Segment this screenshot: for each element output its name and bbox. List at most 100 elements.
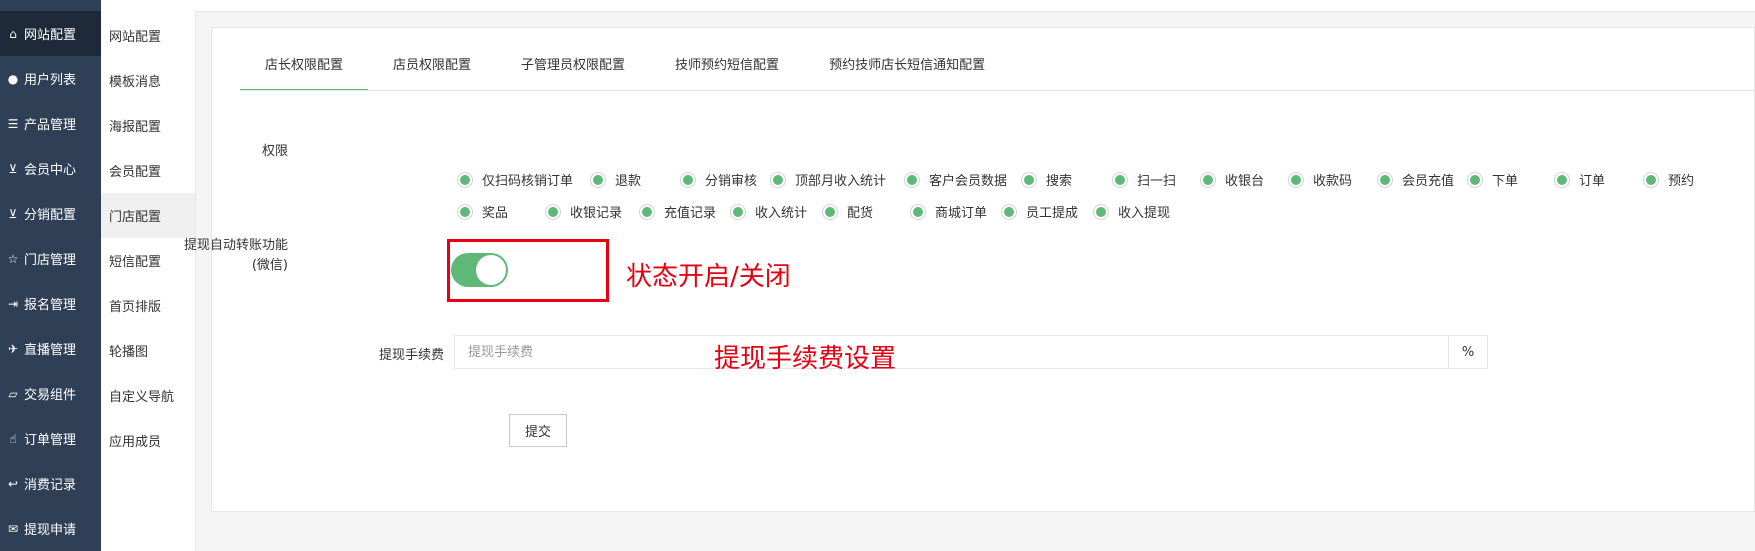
radio-checked-icon [730,203,746,220]
subnav-item[interactable]: 海报配置 [101,103,195,148]
toggle-knob [476,255,506,285]
sidebar-item-label: 提现申请 [24,523,77,538]
withdraw-auto-toggle[interactable] [451,253,508,287]
radio-checked-icon [457,203,473,220]
sidebar-item-label: 门店管理 [24,253,77,268]
permission-label: 奖品 [482,206,509,221]
top-bar [195,0,1755,12]
permission-option[interactable]: 顶部月收入统计 [770,170,886,189]
sidebar-item-label: 产品管理 [24,118,77,133]
permission-option[interactable]: 配货 [822,202,873,221]
subnav-item[interactable]: 自定义导航 [101,373,195,418]
permission-label: 商城订单 [935,206,988,221]
sidebar-item-member-center[interactable]: ⊻ 会员中心 [0,146,101,191]
fee-label: 提现手续费 [378,348,444,363]
tab-divider [240,90,1754,91]
permission-option[interactable]: 收入提现 [1093,202,1170,221]
permission-option[interactable]: 收银记录 [545,202,622,221]
sidebar-item-website-config[interactable]: ⌂ 网站配置 [0,11,101,56]
permission-label: 仅扫码核销订单 [482,174,574,189]
withdraw-auto-subtitle: (微信) [251,258,288,273]
permission-option[interactable]: 下单 [1467,170,1518,189]
permission-label: 下单 [1492,174,1519,189]
permission-label: 充值记录 [664,206,717,221]
sidebar-item-label: 会员中心 [24,163,77,178]
subnav-item[interactable]: 应用成员 [101,418,195,463]
permission-option[interactable]: 收款码 [1288,170,1352,189]
radio-checked-icon [1643,171,1659,188]
withdraw-auto-title: 提现自动转账功能 [183,238,288,253]
permission-option[interactable]: 奖品 [457,202,508,221]
permission-option[interactable]: 员工提成 [1001,202,1078,221]
subnav-item[interactable]: 首页排版 [101,283,195,328]
tab-booking-manager-sms[interactable]: 预约技师店长短信通知配置 [804,46,1010,91]
permission-label: 扫一扫 [1137,174,1177,189]
radio-checked-icon [545,203,561,220]
submit-button[interactable]: 提交 [509,414,567,447]
sidebar-item-trade-component[interactable]: ▱ 交易组件 [0,371,101,416]
permission-option[interactable]: 会员充值 [1377,170,1454,189]
thumbs-up-icon: ☝ [9,431,17,446]
permission-option[interactable]: 收银台 [1200,170,1264,189]
permission-option[interactable]: 扫一扫 [1112,170,1176,189]
subnav-item[interactable]: 轮播图 [101,328,195,373]
permission-option[interactable]: 充值记录 [639,202,716,221]
sidebar-item-distribution[interactable]: ⊻ 分销配置 [0,191,101,236]
permission-option[interactable]: 订单 [1554,170,1605,189]
subnav-item-store-config[interactable]: 门店配置 [101,193,195,238]
fee-input[interactable] [454,335,1449,369]
sidebar-item-live-mgmt[interactable]: ✈ 直播管理 [0,326,101,371]
cart-icon: ⊻ [8,161,18,176]
permission-option[interactable]: 退款 [590,170,641,189]
sidebar-item-label: 网站配置 [24,28,77,43]
permission-option[interactable]: 搜索 [1021,170,1072,189]
tab-sub-admin-permissions[interactable]: 子管理员权限配置 [496,46,650,91]
sign-in-icon: ⇥ [7,296,19,311]
sidebar-item-withdraw-request[interactable]: ✉ 提现申请 [0,506,101,551]
sidebar-item-label: 消费记录 [24,478,77,493]
radio-checked-icon [590,171,606,188]
radio-checked-icon [770,171,786,188]
radio-checked-icon [1200,171,1216,188]
tab-clerk-permissions[interactable]: 店员权限配置 [368,46,496,91]
subnav-item[interactable]: 会员配置 [101,148,195,193]
permission-option[interactable]: 预约 [1643,170,1694,189]
sidebar-item-product-mgmt[interactable]: ☰ 产品管理 [0,101,101,146]
sidebar-item-user-list[interactable]: ● 用户列表 [0,56,101,101]
sidebar-item-label: 订单管理 [24,433,77,448]
permission-label: 客户会员数据 [929,174,1008,189]
permission-label: 收银台 [1225,174,1265,189]
sidebar-item-store-mgmt[interactable]: ☆ 门店管理 [0,236,101,281]
permission-label: 收入统计 [755,206,808,221]
reply-icon: ↩ [7,476,19,491]
star-icon: ☆ [7,251,19,266]
eraser-icon: ▱ [8,386,18,401]
tab-manager-permissions[interactable]: 店长权限配置 [240,46,369,91]
permission-label: 收入提现 [1118,206,1171,221]
sidebar-item-order-mgmt[interactable]: ☝ 订单管理 [0,416,101,461]
radio-checked-icon [1377,171,1393,188]
sidebar-item-label: 直播管理 [24,343,77,358]
permission-label: 订单 [1579,174,1606,189]
tab-bar: 店长权限配置 店员权限配置 子管理员权限配置 技师预约短信配置 预约技师店长短信… [240,46,1010,91]
permission-option[interactable]: 分销审核 [680,170,757,189]
permission-option[interactable]: 仅扫码核销订单 [457,170,573,189]
sidebar-item-signup-mgmt[interactable]: ⇥ 报名管理 [0,281,101,326]
permission-option[interactable]: 商城订单 [910,202,987,221]
radio-checked-icon [1112,171,1128,188]
sidebar-item-label: 分销配置 [24,208,77,223]
permission-label: 预约 [1668,174,1695,189]
subnav-item[interactable]: 模板消息 [101,58,195,103]
permission-option[interactable]: 收入统计 [730,202,807,221]
permission-label: 收款码 [1313,174,1353,189]
permission-option[interactable]: 客户会员数据 [904,170,1007,189]
radio-checked-icon [1021,171,1037,188]
subnav-item[interactable]: 网站配置 [101,13,195,58]
radio-checked-icon [1001,203,1017,220]
tab-tech-booking-sms[interactable]: 技师预约短信配置 [650,46,804,91]
radio-checked-icon [639,203,655,220]
radio-checked-icon [910,203,926,220]
radio-checked-icon [1093,203,1109,220]
permission-label: 搜索 [1046,174,1073,189]
sidebar-item-consumption[interactable]: ↩ 消费记录 [0,461,101,506]
